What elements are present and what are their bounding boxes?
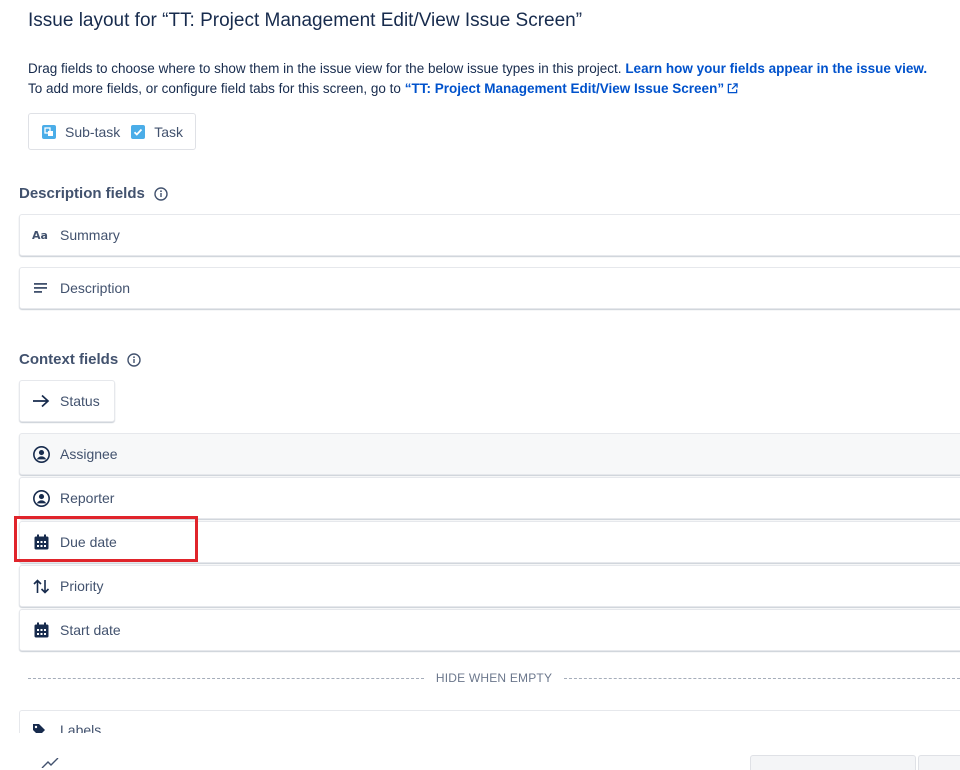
task-checkbox-icon [131, 124, 146, 139]
footer-button[interactable] [750, 755, 916, 770]
field-reporter[interactable]: Reporter [19, 477, 960, 519]
field-label: Reporter [60, 490, 115, 506]
field-label: Assignee [60, 446, 118, 462]
issue-type-label: Sub-task [65, 123, 121, 140]
hide-when-empty-label: HIDE WHEN EMPTY [435, 671, 553, 685]
field-label: Start date [60, 622, 121, 638]
text-icon: Aa [32, 226, 50, 244]
info-icon[interactable] [154, 186, 168, 201]
person-icon [32, 489, 50, 507]
info-icon[interactable] [127, 352, 141, 367]
feedback-icon[interactable] [40, 758, 60, 768]
field-label: Due date [60, 534, 117, 550]
field-description[interactable]: Description [19, 267, 960, 309]
arrow-right-icon [32, 392, 50, 410]
field-label: Summary [60, 227, 120, 243]
footer-button-secondary[interactable] [918, 755, 960, 770]
intro-line-2: To add more fields, or configure field t… [28, 81, 401, 96]
issue-type-task: Task [131, 124, 183, 140]
field-label: Status [60, 393, 100, 409]
divider-dash-left [28, 677, 424, 679]
edit-screen-link[interactable]: “TT: Project Management Edit/View Issue … [405, 81, 738, 96]
issue-type-label: Task [154, 123, 184, 140]
learn-more-link[interactable]: Learn how your fields appear in the issu… [625, 61, 927, 76]
field-priority[interactable]: Priority [19, 565, 960, 607]
field-start-date[interactable]: Start date [19, 609, 960, 651]
field-label: Description [60, 280, 131, 296]
person-icon [32, 445, 50, 463]
issue-types-box: Sub-task Task [28, 113, 196, 150]
field-labels[interactable]: Labels [19, 710, 960, 733]
subtask-icon [42, 124, 56, 139]
hide-when-empty-divider: HIDE WHEN EMPTY [28, 670, 960, 686]
external-link-icon [727, 83, 738, 94]
description-fields-heading: Description fields [19, 185, 168, 202]
calendar-icon [32, 533, 50, 551]
intro-line-1: Drag fields to choose where to show them… [28, 61, 622, 76]
sort-arrows-icon [32, 577, 50, 595]
intro-text: Drag fields to choose where to show them… [28, 59, 927, 99]
field-assignee[interactable]: Assignee [19, 433, 960, 475]
calendar-icon [32, 621, 50, 639]
field-summary[interactable]: Aa Summary [19, 214, 960, 256]
divider-dash-right [564, 677, 960, 679]
svg-text:Aa: Aa [32, 229, 48, 242]
paragraph-icon [32, 279, 50, 297]
page-title: Issue layout for “TT: Project Management… [28, 10, 583, 31]
field-label: Labels [60, 722, 102, 733]
field-label: Priority [60, 578, 104, 594]
field-status[interactable]: Status [19, 380, 115, 422]
context-fields-heading: Context fields [19, 351, 141, 368]
field-due-date[interactable]: Due date [19, 521, 960, 563]
issue-type-subtask: Sub-task [42, 124, 120, 140]
tag-icon [33, 724, 45, 733]
